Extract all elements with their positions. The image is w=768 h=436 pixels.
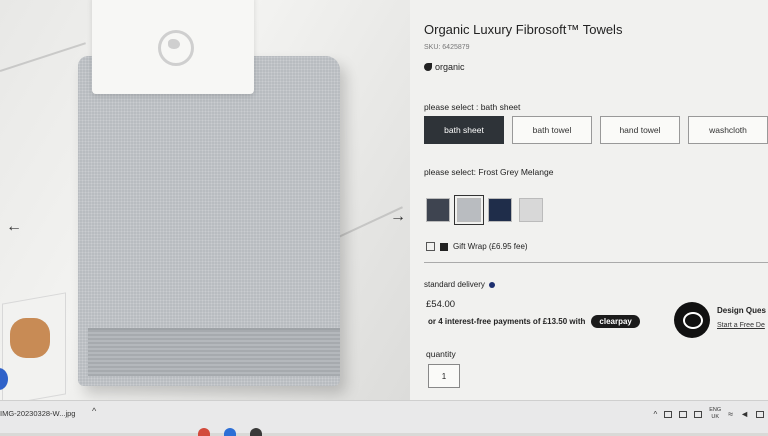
download-file-name[interactable]: IMG-20230328-W...jpg	[0, 409, 75, 418]
size-select-label: please select : bath sheet	[424, 102, 521, 112]
taskbar-apps	[198, 428, 262, 436]
color-swatch[interactable]	[488, 198, 512, 222]
globe-icon	[158, 30, 194, 66]
bread-image	[10, 318, 50, 358]
size-option-bath-towel[interactable]: bath towel	[512, 116, 592, 144]
notification-icon[interactable]	[756, 410, 764, 418]
color-swatches	[426, 195, 543, 225]
chevron-up-icon[interactable]: ^	[92, 406, 96, 416]
divider	[424, 262, 768, 263]
chat-icon[interactable]	[674, 302, 710, 338]
language-region: UK	[711, 414, 719, 420]
taskbar-app-icon[interactable]	[250, 428, 262, 436]
wifi-icon[interactable]: ≈	[728, 409, 733, 419]
size-options: bath sheet bath towel hand towel washclo…	[424, 116, 768, 144]
product-tag-card	[92, 0, 254, 94]
towel-image	[78, 56, 340, 386]
color-swatch[interactable]	[426, 198, 450, 222]
color-select-label: please select: Frost Grey Melange	[424, 167, 554, 177]
leaf-icon	[424, 63, 432, 71]
taskbar-app-icon[interactable]	[224, 428, 236, 436]
display-icon[interactable]	[679, 410, 688, 418]
quantity-input[interactable]: 1	[428, 364, 460, 388]
os-taskbar: IMG-20230328-W...jpg ^ ^ ENG UK ≈ ◄	[0, 400, 768, 436]
language-code: ENG	[709, 407, 722, 413]
language-indicator[interactable]: ENG UK	[709, 407, 721, 421]
tray-chevron-icon[interactable]: ^	[653, 410, 657, 419]
gift-icon	[440, 242, 448, 251]
size-option-hand-towel[interactable]: hand towel	[600, 116, 680, 144]
size-option-washcloth[interactable]: washcloth	[688, 116, 768, 144]
installments-text: or 4 interest-free payments of £13.50 wi…	[428, 317, 586, 326]
color-swatch[interactable]	[519, 198, 543, 222]
gift-wrap-checkbox[interactable]	[426, 242, 435, 251]
installments-info: or 4 interest-free payments of £13.50 wi…	[428, 315, 640, 328]
color-swatch-selected[interactable]	[454, 195, 484, 225]
gift-wrap-option[interactable]: Gift Wrap (£6.95 fee)	[426, 242, 528, 251]
design-question-link[interactable]: Start a Free De	[717, 322, 765, 329]
info-icon[interactable]	[488, 281, 495, 288]
product-detail-panel: Organic Luxury Fibrosoft™ Towels SKU: 64…	[410, 0, 768, 400]
delivery-option: standard delivery	[424, 280, 495, 289]
quantity-label: quantity	[426, 349, 456, 359]
product-title: Organic Luxury Fibrosoft™ Towels	[424, 22, 623, 37]
design-question-title: Design Ques	[717, 306, 766, 315]
product-sku: SKU: 6425879	[424, 44, 470, 51]
marble-vein	[0, 42, 86, 72]
product-price: £54.00	[426, 299, 456, 310]
prev-image-arrow-icon[interactable]: ←	[6, 218, 22, 236]
organic-badge-label: organic	[435, 62, 465, 72]
taskbar-app-icon[interactable]	[198, 428, 210, 436]
system-tray: ^ ENG UK ≈ ◄	[653, 407, 764, 421]
keyboard-icon[interactable]	[694, 410, 703, 418]
product-image-gallery: ← →	[0, 0, 410, 400]
gift-wrap-label: Gift Wrap (£6.95 fee)	[453, 242, 528, 251]
volume-icon[interactable]: ◄	[740, 409, 749, 419]
organic-badge: organic	[424, 62, 465, 72]
size-option-bath-sheet[interactable]: bath sheet	[424, 116, 504, 144]
clearpay-logo[interactable]: clearpay	[591, 315, 640, 328]
battery-icon[interactable]	[664, 410, 673, 418]
next-image-arrow-icon[interactable]: →	[390, 208, 406, 226]
delivery-label: standard delivery	[424, 280, 485, 289]
towel-band	[88, 328, 340, 376]
